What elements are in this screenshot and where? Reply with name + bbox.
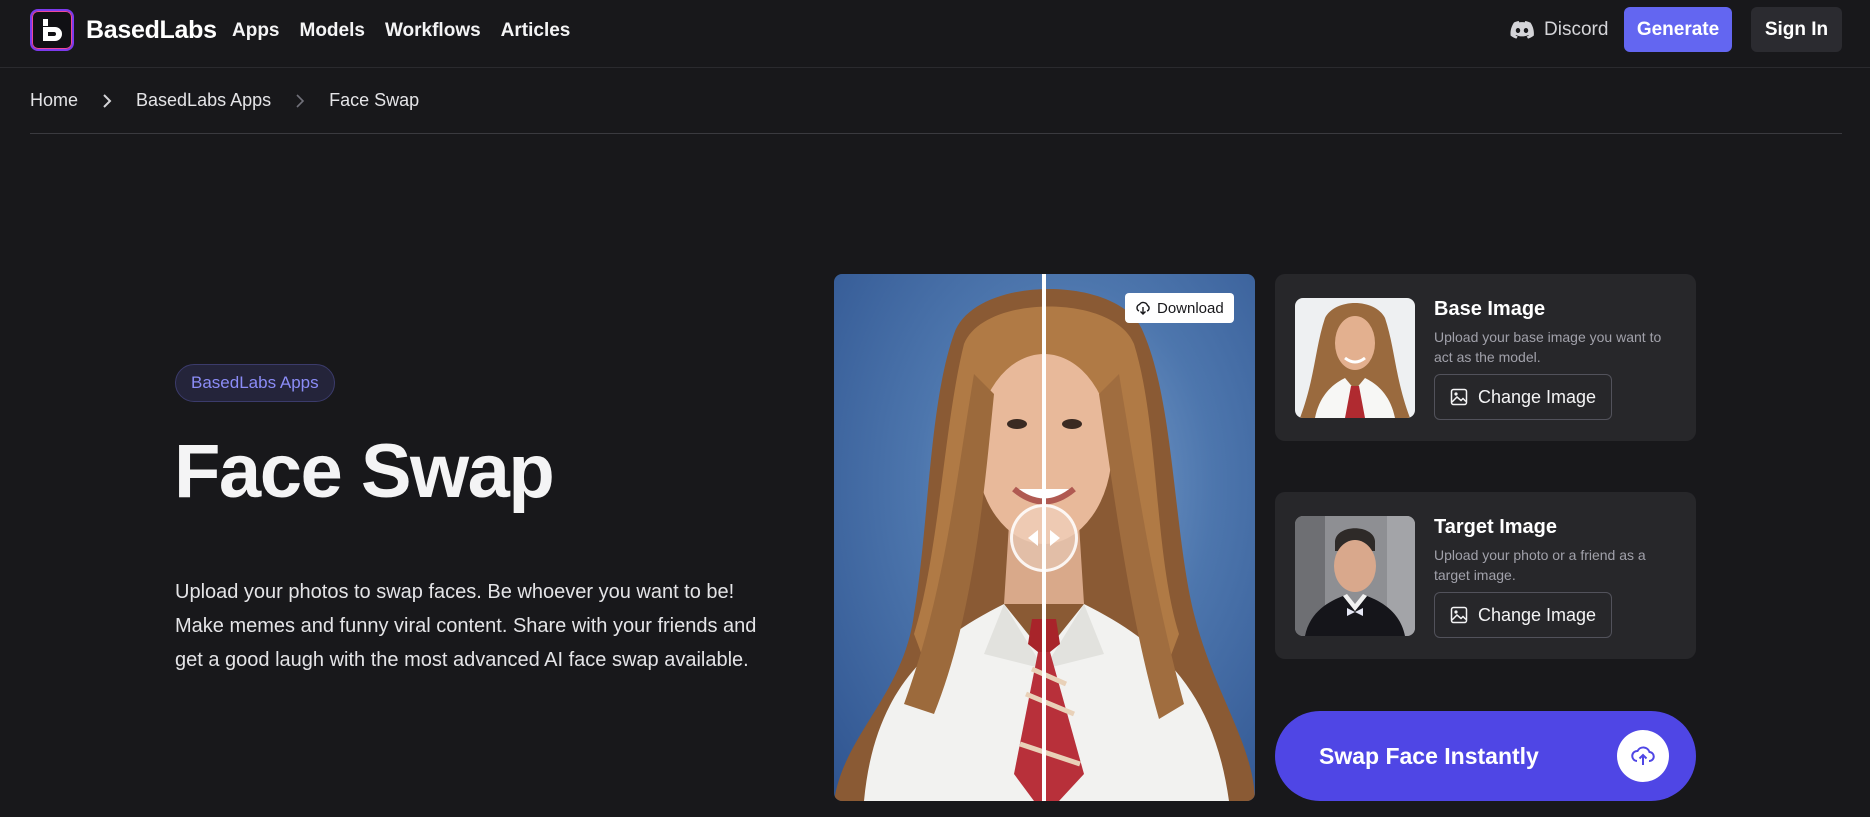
change-base-image-button[interactable]: Change Image xyxy=(1434,374,1612,420)
change-target-image-button[interactable]: Change Image xyxy=(1434,592,1612,638)
breadcrumb: Home BasedLabs Apps Face Swap xyxy=(30,90,1842,134)
target-image-card: Target Image Upload your photo or a frie… xyxy=(1275,492,1696,659)
base-image-thumbnail xyxy=(1295,298,1415,418)
discord-label: Discord xyxy=(1544,19,1609,40)
page-description: Upload your photos to swap faces. Be who… xyxy=(175,581,757,671)
image-icon xyxy=(1450,606,1468,624)
breadcrumb-basedlabs-apps[interactable]: BasedLabs Apps xyxy=(136,90,271,111)
chevron-right-icon xyxy=(102,90,112,112)
category-badge[interactable]: BasedLabs Apps xyxy=(175,364,335,402)
arrows-left-right-icon xyxy=(1028,530,1060,546)
nav-link-apps[interactable]: Apps xyxy=(232,20,280,42)
top-navbar: BasedLabs Apps Models Workflows Articles… xyxy=(0,0,1870,68)
breadcrumb-home[interactable]: Home xyxy=(30,90,78,111)
change-target-image-label: Change Image xyxy=(1477,604,1597,625)
target-image-thumbnail xyxy=(1295,516,1415,636)
swap-face-label: Swap Face Instantly xyxy=(1319,743,1539,769)
generate-button[interactable]: Generate xyxy=(1624,7,1732,52)
target-image-title: Target Image xyxy=(1434,516,1557,538)
main-nav: Apps Models Workflows Articles xyxy=(232,20,570,42)
base-image-description: Upload your base image you want to act a… xyxy=(1434,329,1662,365)
cloud-upload-icon xyxy=(1617,730,1669,782)
target-image-description: Upload your photo or a friend as a targe… xyxy=(1434,547,1646,583)
discord-icon xyxy=(1510,21,1534,39)
nav-link-articles[interactable]: Articles xyxy=(501,20,571,42)
change-base-image-label: Change Image xyxy=(1477,386,1597,407)
compare-slider-handle[interactable] xyxy=(1010,504,1078,572)
breadcrumb-current: Face Swap xyxy=(329,90,420,110)
discord-link[interactable]: Discord xyxy=(1510,19,1608,41)
download-button[interactable]: Download xyxy=(1125,293,1234,323)
chevron-right-icon xyxy=(295,90,305,112)
swap-face-button[interactable]: Swap Face Instantly xyxy=(1275,711,1696,801)
nav-link-workflows[interactable]: Workflows xyxy=(385,20,481,42)
basedlabs-logo-icon[interactable] xyxy=(30,9,74,51)
image-icon xyxy=(1450,388,1468,406)
page-title: Face Swap xyxy=(174,429,555,514)
base-image-title: Base Image xyxy=(1434,298,1546,320)
base-image-card: Base Image Upload your base image you wa… xyxy=(1275,274,1696,441)
nav-link-models[interactable]: Models xyxy=(300,20,365,42)
before-after-compare[interactable]: Download xyxy=(834,274,1255,801)
cloud-download-icon xyxy=(1136,301,1150,315)
download-label: Download xyxy=(1157,299,1224,317)
brand-name[interactable]: BasedLabs xyxy=(86,16,217,45)
sign-in-button[interactable]: Sign In xyxy=(1751,7,1842,52)
